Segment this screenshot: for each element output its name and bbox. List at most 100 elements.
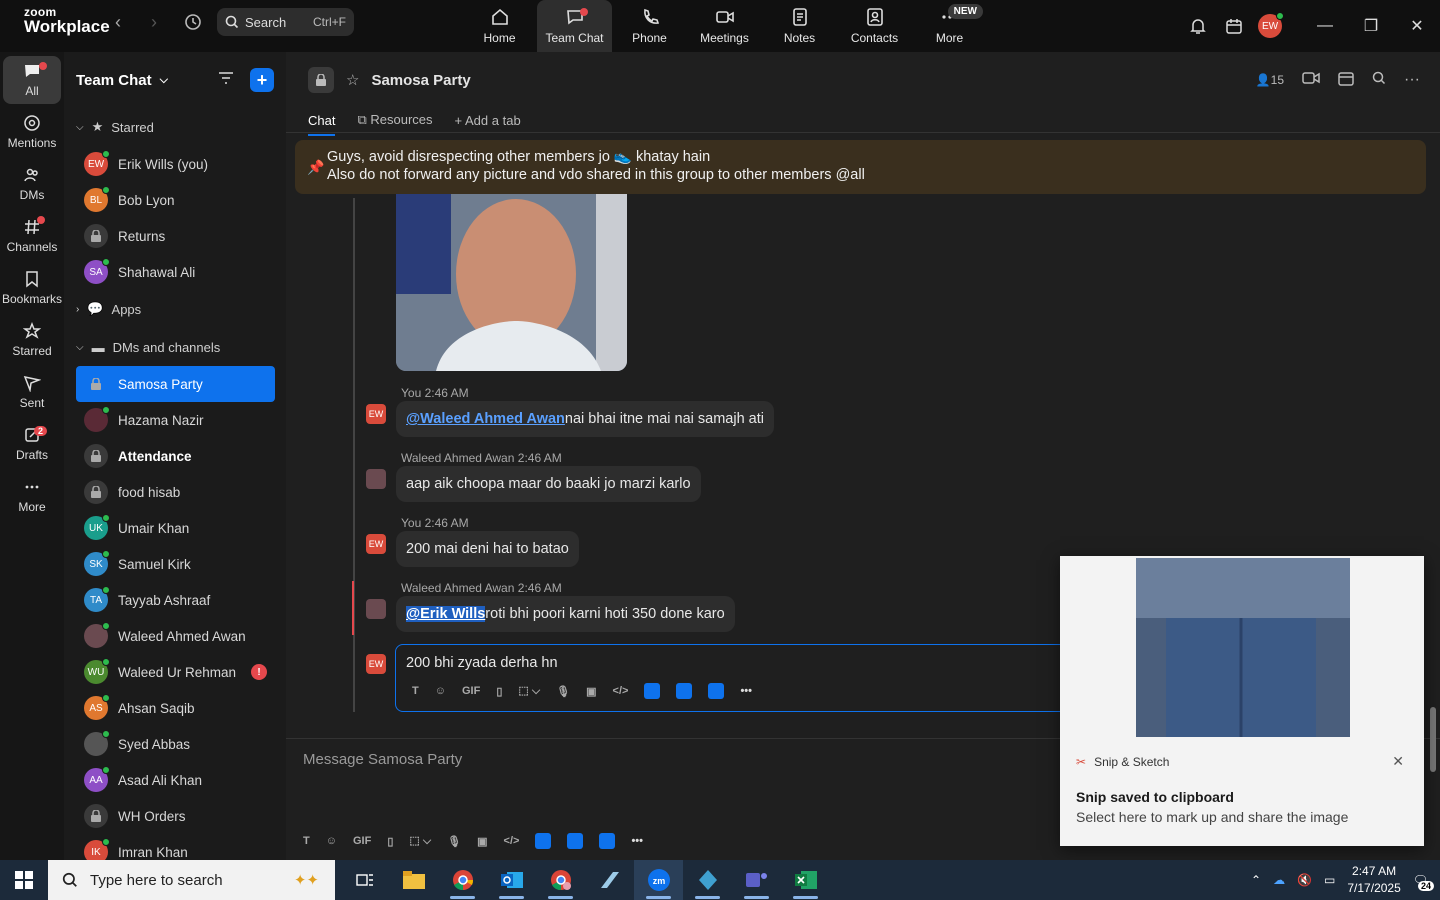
excel-icon[interactable] xyxy=(781,860,830,900)
rail-drafts[interactable]: 2 Drafts xyxy=(3,420,61,468)
tab-add[interactable]: + Add a tab xyxy=(455,113,521,128)
sidebar-item[interactable]: SK Samuel Kirk xyxy=(76,546,275,582)
app-icon[interactable] xyxy=(644,683,661,699)
avatar[interactable] xyxy=(366,469,386,489)
sidebar-item[interactable]: IK Imran Khan xyxy=(76,834,275,860)
star-icon[interactable]: ☆ xyxy=(346,71,359,89)
more-icon[interactable]: ••• xyxy=(631,835,643,847)
network-icon[interactable]: ▭ xyxy=(1324,873,1335,887)
nav-more[interactable]: NEW More xyxy=(912,0,987,52)
code-icon[interactable]: </> xyxy=(613,685,629,697)
app-icon[interactable] xyxy=(676,683,693,699)
channel-title[interactable]: Samosa Party xyxy=(371,72,470,89)
shared-image[interactable] xyxy=(396,194,627,371)
mention[interactable]: @Erik Wills xyxy=(406,606,486,622)
close-window-button[interactable]: ✕ xyxy=(1394,16,1440,36)
app-icon[interactable] xyxy=(683,860,732,900)
sidebar-item[interactable]: AS Ahsan Saqib xyxy=(76,690,275,726)
file-explorer-icon[interactable] xyxy=(389,860,438,900)
more-icon[interactable]: ••• xyxy=(740,685,752,697)
task-view-icon[interactable] xyxy=(340,860,389,900)
rail-all[interactable]: All xyxy=(3,56,61,104)
sidebar-item[interactable]: WH Orders xyxy=(76,798,275,834)
snip-notification[interactable]: ✂ Snip & Sketch ✕ Snip saved to clipboard… xyxy=(1060,556,1424,846)
sidebar-item[interactable]: Syed Abbas xyxy=(76,726,275,762)
calendar-app-icon[interactable] xyxy=(1216,17,1252,35)
forward-arrow-icon[interactable]: › xyxy=(151,12,157,33)
emoji-icon[interactable]: ☺ xyxy=(435,685,446,697)
snip-app-icon[interactable] xyxy=(585,860,634,900)
zoom-taskbar-icon[interactable]: zm xyxy=(634,860,683,900)
video-clip-icon[interactable]: ▣ xyxy=(477,835,487,848)
sidebar-item[interactable]: BL Bob Lyon xyxy=(76,182,275,218)
members-button[interactable]: 👤15 xyxy=(1256,73,1284,87)
screenshot-icon[interactable]: ⬚ ⌵ xyxy=(518,684,540,698)
reply-input[interactable]: 200 bhi zyada derha hn T ☺ GIF ▯ ⬚ ⌵ 🎙 ▣… xyxy=(395,644,1165,712)
app-icon[interactable] xyxy=(599,833,616,849)
user-avatar[interactable]: EW xyxy=(1258,12,1284,38)
mic-icon[interactable]: 🎙 xyxy=(447,835,461,848)
chrome-icon[interactable] xyxy=(438,860,487,900)
outlook-icon[interactable] xyxy=(487,860,536,900)
sidebar-item[interactable]: UK Umair Khan xyxy=(76,510,275,546)
section-starred[interactable]: ⌵ ★ Starred xyxy=(64,108,286,146)
sidebar-item[interactable]: Samosa Party xyxy=(76,366,275,402)
notification-center-icon[interactable]: 🗨 24 xyxy=(1413,873,1434,891)
avatar[interactable]: EW xyxy=(366,404,386,424)
gif-icon[interactable]: GIF xyxy=(353,835,371,847)
rail-starred[interactable]: Starred xyxy=(3,316,61,364)
message-bubble[interactable]: @Waleed Ahmed Awan nai bhai itne mai nai… xyxy=(396,401,774,437)
chevron-up-icon[interactable]: ⌃ xyxy=(1251,873,1261,887)
sidebar-item[interactable]: Returns xyxy=(76,218,275,254)
code-icon[interactable]: </> xyxy=(504,835,520,847)
avatar[interactable] xyxy=(366,599,386,619)
new-chat-button[interactable]: + xyxy=(250,68,274,92)
sidebar-title[interactable]: Team Chat xyxy=(76,72,152,89)
rail-dms[interactable]: DMs xyxy=(3,160,61,208)
more-options-icon[interactable]: ··· xyxy=(1404,71,1420,89)
clock[interactable]: 2:47 AM 7/17/2025 xyxy=(1347,863,1400,897)
sidebar-item[interactable]: EW Erik Wills (you) xyxy=(76,146,275,182)
app-icon[interactable] xyxy=(708,683,725,699)
chrome-profile-icon[interactable] xyxy=(536,860,585,900)
bell-icon[interactable] xyxy=(1180,17,1216,35)
app-icon[interactable] xyxy=(535,833,552,849)
file-icon[interactable]: ▯ xyxy=(496,685,502,698)
format-text-icon[interactable]: T xyxy=(303,835,310,847)
taskbar-search[interactable]: Type here to search ✦✦ xyxy=(48,860,335,900)
file-icon[interactable]: ▯ xyxy=(387,835,393,848)
nav-notes[interactable]: Notes xyxy=(762,0,837,52)
close-icon[interactable]: ✕ xyxy=(1392,753,1404,770)
start-button[interactable] xyxy=(0,871,48,889)
sidebar-item[interactable]: AA Asad Ali Khan xyxy=(76,762,275,798)
minimize-button[interactable]: — xyxy=(1302,17,1348,35)
rail-channels[interactable]: Channels xyxy=(3,212,61,260)
emoji-icon[interactable]: ☺ xyxy=(326,835,337,847)
search-input[interactable]: Search Ctrl+F xyxy=(217,8,354,36)
rail-mentions[interactable]: Mentions xyxy=(3,108,61,156)
screenshot-icon[interactable]: ⬚ ⌵ xyxy=(409,834,431,848)
format-text-icon[interactable]: T xyxy=(412,685,419,697)
sidebar-item[interactable]: Attendance xyxy=(76,438,275,474)
history-icon[interactable] xyxy=(184,13,202,36)
sidebar-item[interactable]: TA Tayyab Ashraaf xyxy=(76,582,275,618)
sidebar-item[interactable]: WU Waleed Ur Rehman! xyxy=(76,654,275,690)
volume-icon[interactable]: 🔇 xyxy=(1297,873,1312,887)
chevron-down-icon[interactable]: ⌵ xyxy=(160,74,168,87)
video-clip-icon[interactable]: ▣ xyxy=(586,685,596,698)
section-apps[interactable]: › 💬 Apps xyxy=(64,290,286,328)
rail-more[interactable]: More xyxy=(3,472,61,520)
calendar-icon[interactable] xyxy=(1338,70,1354,89)
nav-contacts[interactable]: Contacts xyxy=(837,0,912,52)
app-icon[interactable] xyxy=(567,833,584,849)
gif-icon[interactable]: GIF xyxy=(462,685,480,697)
mention[interactable]: @Waleed Ahmed Awan xyxy=(406,411,565,427)
section-dms-and-channels[interactable]: ⌵ ▬ DMs and channels xyxy=(64,328,286,366)
restore-button[interactable]: ❐ xyxy=(1348,16,1394,36)
back-arrow-icon[interactable]: ‹ xyxy=(115,12,121,33)
rail-bookmarks[interactable]: Bookmarks xyxy=(2,264,62,312)
video-call-icon[interactable] xyxy=(1302,71,1320,88)
nav-phone[interactable]: Phone xyxy=(612,0,687,52)
nav-home[interactable]: Home xyxy=(462,0,537,52)
sidebar-item[interactable]: food hisab xyxy=(76,474,275,510)
